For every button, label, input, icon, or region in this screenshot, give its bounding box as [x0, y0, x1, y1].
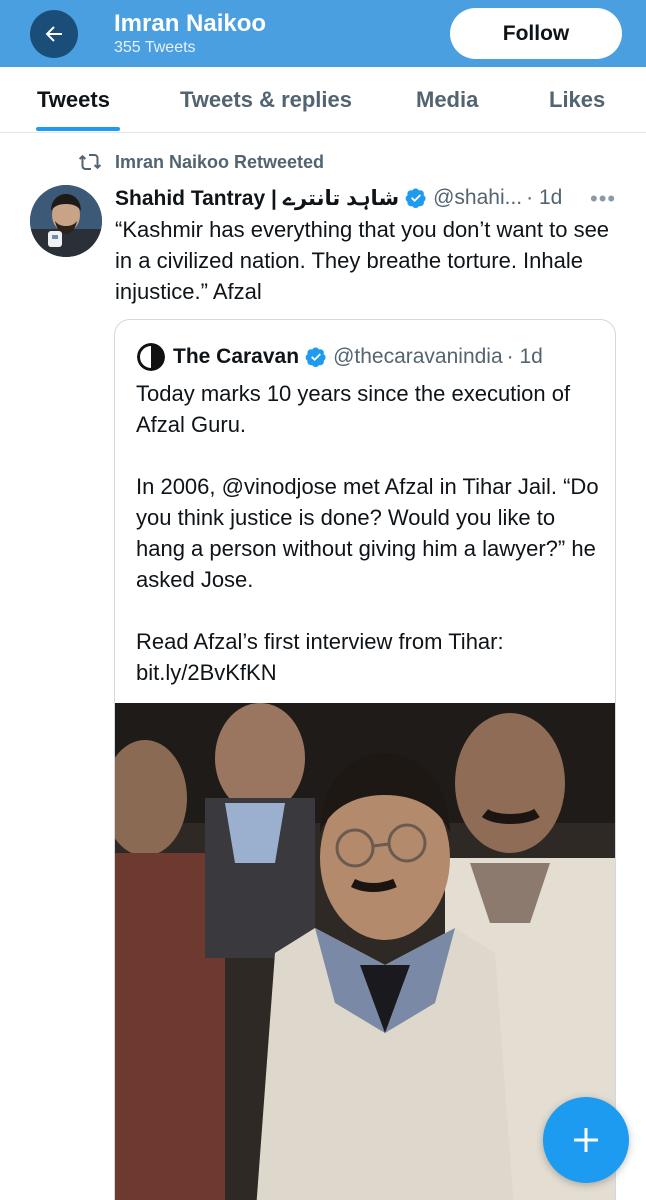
tab-media[interactable]: Media	[416, 87, 478, 113]
compose-tweet-button[interactable]	[543, 1097, 629, 1183]
tab-likes[interactable]: Likes	[549, 87, 605, 113]
active-tab-indicator	[36, 127, 120, 131]
profile-header: Imran Naikoo 355 Tweets Follow	[0, 0, 646, 67]
author-avatar[interactable]	[30, 185, 102, 257]
caravan-logo-icon	[137, 343, 165, 371]
author-handle[interactable]: @shahi...	[433, 186, 522, 210]
avatar-image	[30, 185, 102, 257]
quoted-tweet-photo[interactable]	[115, 703, 615, 1200]
tweet-count: 355 Tweets	[114, 39, 196, 56]
tweet-time: · 1d	[526, 186, 563, 209]
quoted-paragraph: Today marks 10 years since the execution…	[136, 381, 571, 437]
verified-badge-icon	[305, 347, 326, 367]
quoted-tweet-time: · 1d	[506, 345, 543, 368]
arrow-left-icon	[45, 26, 62, 42]
tab-tweets-replies[interactable]: Tweets & replies	[180, 87, 352, 113]
photo-image	[115, 703, 615, 1200]
retweet-context[interactable]: Imran Naikoo Retweeted	[115, 152, 324, 173]
more-icon[interactable]: •••	[590, 186, 616, 212]
profile-name: Imran Naikoo	[114, 10, 267, 37]
back-button[interactable]	[30, 10, 78, 58]
tweet-author-row: Shahid Tantray | شاہد تانترے @shahi... ·…	[115, 184, 562, 212]
tweet-text: “Kashmir has everything that you don’t w…	[115, 217, 610, 304]
quoted-tweet[interactable]: The Caravan @thecaravanindia · 1d Today …	[114, 319, 616, 1200]
tab-tweets[interactable]: Tweets	[37, 87, 110, 113]
plus-icon	[574, 1128, 598, 1152]
verified-badge-icon	[405, 188, 426, 208]
quoted-paragraph: Read Afzal’s first interview from Tihar:…	[136, 629, 504, 685]
quoted-author-handle[interactable]: @thecaravanindia	[333, 345, 503, 369]
retweet-icon	[78, 154, 102, 170]
author-name[interactable]: Shahid Tantray | شاہد تانترے	[115, 186, 399, 211]
quoted-tweet-text: Today marks 10 years since the execution…	[136, 378, 606, 688]
quoted-paragraph: In 2006, @vinodjose met Afzal in Tihar J…	[136, 474, 599, 592]
quoted-author-row: The Caravan @thecaravanindia · 1d	[137, 342, 543, 372]
quoted-author-name[interactable]: The Caravan	[173, 345, 299, 369]
follow-button[interactable]: Follow	[450, 8, 622, 59]
profile-tabs: Tweets Tweets & replies Media Likes	[0, 67, 646, 133]
